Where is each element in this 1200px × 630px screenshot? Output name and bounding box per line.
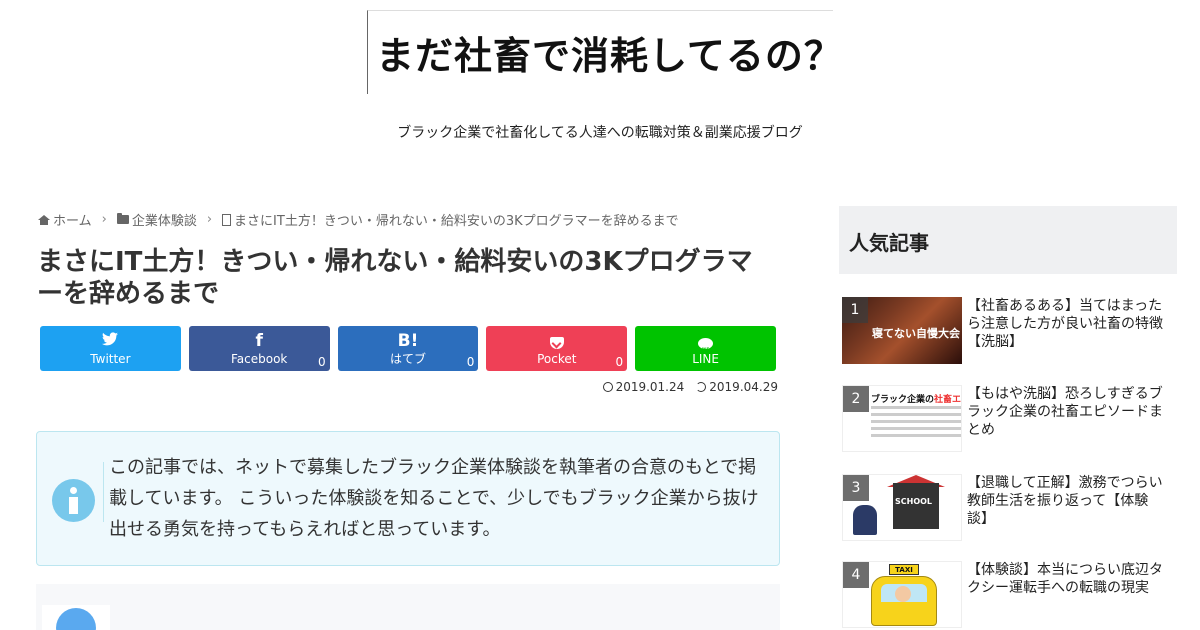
popular-item-thumbnail[interactable]: ブラック企業の社畜エピソード 2 bbox=[842, 385, 962, 452]
home-icon bbox=[38, 214, 50, 225]
info-text: この記事では、ネットで募集したブラック企業体験談を執筆者の合意のもとで掲載してい… bbox=[109, 457, 759, 540]
popular-rank-badge: 3 bbox=[843, 475, 869, 501]
breadcrumb-category[interactable]: 企業体験談 bbox=[116, 210, 197, 229]
hatebu-icon: B! bbox=[397, 331, 419, 351]
share-line-button[interactable]: LINE bbox=[635, 326, 776, 371]
updated-date: 2019.04.29 bbox=[696, 380, 778, 394]
pocket-icon bbox=[549, 337, 564, 349]
popular-item-title[interactable]: 【もはや洗脳】恐ろしすぎるブラック企業の社畜エピソードまとめ bbox=[967, 385, 1167, 439]
popular-item[interactable]: ブラック企業の社畜エピソード 2 【もはや洗脳】恐ろしすぎるブラック企業の社畜エ… bbox=[842, 385, 1177, 455]
breadcrumb-category-label: 企業体験談 bbox=[131, 214, 197, 229]
share-hatebu-count: 0 bbox=[466, 355, 475, 369]
popular-item-title[interactable]: 【体験談】本当につらい底辺タクシー運転手への転職の現実 bbox=[967, 561, 1167, 597]
person-illustration bbox=[853, 505, 877, 535]
thumbnail-caption: TAXI bbox=[889, 564, 919, 575]
info-box: この記事では、ネットで募集したブラック企業体験談を執筆者の合意のもとで掲載してい… bbox=[36, 431, 780, 566]
share-facebook-label: Facebook bbox=[231, 352, 288, 366]
breadcrumb-current-label: まさにIT土方！きつい・帰れない・給料安いの3Kプログラマーを辞めるまで bbox=[234, 214, 679, 229]
share-line-label: LINE bbox=[692, 352, 719, 366]
popular-rank-badge: 2 bbox=[843, 386, 869, 412]
folder-icon bbox=[116, 213, 129, 224]
article-title: まさにIT土方！きつい・帰れない・給料安いの3Kプログラマーを辞めるまで bbox=[37, 247, 753, 309]
share-pocket-button[interactable]: Pocket 0 bbox=[486, 326, 628, 371]
popular-item[interactable]: TAXI 4 【体験談】本当につらい底辺タクシー運転手への転職の現実 bbox=[842, 561, 1177, 630]
popular-item-title[interactable]: 【社畜あるある】当てはまったら注意した方が良い社畜の特徴【洗脳】 bbox=[967, 297, 1167, 351]
site-tagline: ブラック企業で社畜化してる人達への転職対策＆副業応援ブログ bbox=[397, 125, 803, 141]
school-illustration bbox=[893, 483, 939, 529]
info-icon bbox=[52, 479, 95, 522]
share-hatebu-label: はてブ bbox=[389, 352, 426, 366]
file-icon bbox=[222, 213, 232, 226]
breadcrumb-home-label: ホーム bbox=[53, 214, 92, 229]
popular-item-thumbnail[interactable]: 寝てない自慢大会 1 bbox=[842, 297, 962, 364]
popular-item-thumbnail[interactable]: SCHOOL 3 bbox=[842, 474, 962, 541]
popular-item-thumbnail[interactable]: TAXI 4 bbox=[842, 561, 962, 628]
article-dates: 2019.01.24 2019.04.29 bbox=[602, 380, 778, 394]
share-twitter-button[interactable]: Twitter bbox=[40, 326, 181, 371]
share-facebook-button[interactable]: f Facebook 0 bbox=[188, 326, 330, 371]
share-pocket-count: 0 bbox=[615, 355, 624, 369]
clock-icon bbox=[602, 382, 613, 392]
breadcrumb: ホーム › 企業体験談 › まさにIT土方！きつい・帰れない・給料安いの3Kプロ… bbox=[38, 210, 679, 229]
popular-item-title[interactable]: 【退職して正解】激務でつらい教師生活を振り返って【体験談】 bbox=[967, 474, 1167, 528]
chevron-right-icon: › bbox=[101, 212, 107, 227]
thumbnail-caption: ブラック企業の社畜エピソード bbox=[871, 395, 962, 405]
chevron-right-icon: › bbox=[206, 212, 213, 227]
share-facebook-count: 0 bbox=[317, 355, 326, 369]
updated-date-value: 2019.04.29 bbox=[709, 380, 778, 394]
popular-rank-badge: 1 bbox=[842, 297, 868, 323]
popular-rank-badge: 4 bbox=[843, 562, 869, 588]
thumbnail-caption: 寝てない自慢大会 bbox=[872, 327, 960, 340]
popular-item[interactable]: 寝てない自慢大会 1 【社畜あるある】当てはまったら注意した方が良い社畜の特徴【… bbox=[842, 297, 1177, 367]
line-icon bbox=[698, 338, 714, 360]
author-box bbox=[36, 584, 780, 630]
thumbnail-caption: SCHOOL bbox=[895, 497, 933, 506]
breadcrumb-home[interactable]: ホーム bbox=[38, 210, 92, 229]
facebook-icon: f bbox=[255, 331, 263, 351]
sidebar-popular-header: 人気記事 bbox=[839, 206, 1177, 274]
site-logo[interactable]: まだ社畜で消耗してるの？ bbox=[367, 10, 842, 94]
share-pocket-label: Pocket bbox=[537, 352, 577, 366]
share-buttons: Twitter f Facebook 0 B! はてブ 0 Pocket 0 L… bbox=[40, 326, 776, 371]
published-date: 2019.01.24 bbox=[602, 380, 685, 394]
twitter-icon bbox=[40, 331, 181, 351]
share-hatebu-button[interactable]: B! はてブ 0 bbox=[337, 326, 479, 371]
sidebar-popular-title: 人気記事 bbox=[849, 231, 929, 255]
info-divider bbox=[103, 462, 104, 522]
published-date-value: 2019.01.24 bbox=[615, 380, 685, 394]
share-twitter-label: Twitter bbox=[90, 352, 131, 366]
popular-item[interactable]: SCHOOL 3 【退職して正解】激務でつらい教師生活を振り返って【体験談】 bbox=[842, 474, 1177, 544]
breadcrumb-current: まさにIT土方！きつい・帰れない・給料安いの3Kプログラマーを辞めるまで bbox=[222, 210, 679, 229]
refresh-icon bbox=[696, 382, 707, 392]
site-logo-text: まだ社畜で消耗してるの？ bbox=[376, 34, 843, 78]
